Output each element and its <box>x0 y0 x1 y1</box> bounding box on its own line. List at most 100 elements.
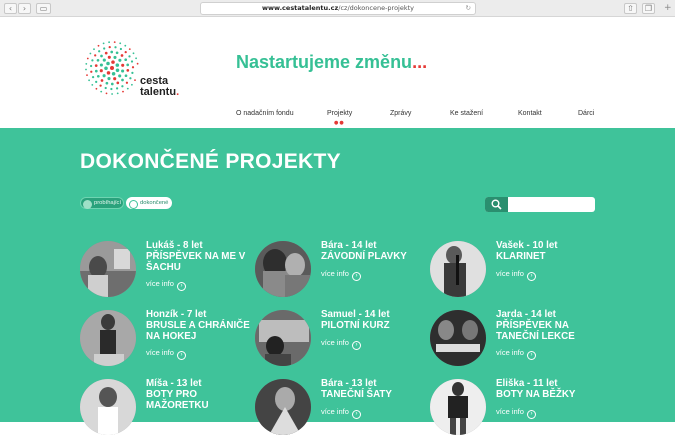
project-line-2: KLARINET <box>496 250 546 262</box>
nav-item-news[interactable]: Zprávy <box>390 110 411 117</box>
main-nav: O nadačním fondu Projekty ●● Zprávy Ke s… <box>0 110 675 126</box>
logo-dot <box>104 51 108 55</box>
project-card[interactable]: Vašek - 10 let KLARINET více info › <box>430 240 600 303</box>
logo-dot <box>94 64 98 67</box>
arrow-right-icon: › <box>176 351 186 360</box>
arrow-right-icon: › <box>351 410 361 419</box>
sidebar-icon[interactable]: ▭ <box>36 3 51 14</box>
project-card[interactable]: Bára - 13 let TANEČNÍ ŠATY více info › <box>255 378 425 441</box>
logo-dot <box>86 74 88 76</box>
logo-dot <box>98 50 101 53</box>
search-button[interactable] <box>485 197 508 212</box>
logo-dot <box>102 58 106 62</box>
project-photo[interactable] <box>80 379 136 435</box>
arrow-right-icon: › <box>176 282 186 291</box>
tabs-icon[interactable]: ❐ <box>642 3 655 14</box>
project-card[interactable]: Míša - 13 let BOTY PRO MAŽORETKU <box>80 378 250 441</box>
logo-dot <box>136 62 139 65</box>
logo-dot <box>119 47 123 51</box>
logo-dot <box>85 63 88 65</box>
project-line-3: NA HOKEJ <box>146 330 197 342</box>
more-info-label: více info <box>321 338 349 347</box>
project-card[interactable]: Lukáš - 8 let PŘÍSPĚVEK NA ME V ŠACHU více… <box>80 240 250 303</box>
logo-dot: . <box>176 86 180 98</box>
more-info-link[interactable]: více info › <box>496 269 536 281</box>
nav-item-contact[interactable]: Kontakt <box>518 110 542 117</box>
project-line-2: ZÁVODNÍ PLAVKY <box>321 250 407 262</box>
tagline-text: Nastartujeme změnu <box>236 52 413 72</box>
project-card[interactable]: Bára - 14 let ZÁVODNÍ PLAVKY více info › <box>255 240 425 303</box>
main-content: DOKONČENÉ PROJEKTY probíhající dokončené… <box>0 128 675 435</box>
logo-dot <box>124 74 128 78</box>
project-photo[interactable] <box>80 241 136 297</box>
logo-dot <box>120 54 124 57</box>
more-info-link[interactable]: více info › <box>146 348 186 360</box>
project-card[interactable]: Eliška - 11 let BOTY NA BĚŽKY více info › <box>430 378 600 441</box>
filter-completed[interactable]: dokončené <box>126 197 172 209</box>
logo-dot <box>115 87 119 90</box>
project-line-2: BOTY PRO <box>146 388 197 400</box>
reload-icon[interactable]: ↻ <box>466 3 471 14</box>
search-input[interactable] <box>510 199 592 210</box>
more-info-link[interactable]: více info › <box>496 407 536 419</box>
nav-active-indicator: ●● <box>334 120 345 126</box>
logo-dot <box>126 63 130 67</box>
filter-ongoing[interactable]: probíhající <box>80 197 124 209</box>
project-photo[interactable] <box>430 310 486 366</box>
project-photo[interactable] <box>430 379 486 435</box>
logo-dot <box>97 44 100 47</box>
project-line-2: PŘÍSPĚVEK NA ME V <box>146 250 246 262</box>
logo-dot <box>104 66 108 71</box>
logo-dot <box>115 51 119 55</box>
new-tab-icon[interactable]: + <box>664 3 672 13</box>
more-info-label: více info <box>146 348 174 357</box>
logo-dot <box>100 90 103 93</box>
arrow-right-icon: › <box>526 351 536 360</box>
site-header: cesta talentu. Nastartujeme změnu... O n… <box>0 18 675 128</box>
address-bar[interactable]: www.cestatalentu.cz/cz/dokoncene-projekt… <box>200 2 476 15</box>
project-photo[interactable] <box>255 241 311 297</box>
nav-item-donors[interactable]: Dárci <box>578 110 594 117</box>
logo-dot <box>91 75 95 79</box>
radio-icon <box>129 199 138 209</box>
logo-dots-icon <box>85 41 139 95</box>
logo-dot <box>121 69 125 73</box>
filter-completed-label: dokončené <box>140 200 169 206</box>
project-card[interactable]: Samuel - 14 let PILOTNÍ KURZ více info › <box>255 309 425 372</box>
forward-icon[interactable]: › <box>18 3 31 14</box>
logo-dot <box>99 63 103 67</box>
logo-dot <box>95 87 98 90</box>
more-info-link[interactable]: více info › <box>321 269 361 281</box>
project-photo[interactable] <box>255 379 311 435</box>
tagline: Nastartujeme změnu... <box>236 52 427 73</box>
logo-dot <box>94 69 98 73</box>
nav-item-about[interactable]: O nadačním fondu <box>236 110 294 117</box>
page-title: DOKONČENÉ PROJEKTY <box>80 150 341 173</box>
project-line-2: PŘÍSPĚVEK NA <box>496 319 569 331</box>
logo-text[interactable]: cesta talentu. <box>140 76 179 98</box>
project-photo[interactable] <box>430 241 486 297</box>
more-info-link[interactable]: více info › <box>321 338 361 350</box>
arrow-right-icon: › <box>526 272 536 281</box>
logo-dot <box>102 74 106 78</box>
browser-toolbar: ‹ › ▭ www.cestatalentu.cz/cz/dokoncene-p… <box>0 0 675 17</box>
logo-dot <box>95 80 98 84</box>
back-icon[interactable]: ‹ <box>4 3 17 14</box>
logo-dot <box>103 47 106 50</box>
logo-dot <box>104 86 107 90</box>
more-info-link[interactable]: více info › <box>321 407 361 419</box>
arrow-right-icon: › <box>351 272 361 281</box>
project-photo[interactable] <box>255 310 311 366</box>
project-photo[interactable] <box>80 310 136 366</box>
logo-dot <box>119 42 122 45</box>
nav-item-downloads[interactable]: Ke stažení <box>450 110 483 117</box>
logo-dot <box>110 66 114 70</box>
nav-item-projects[interactable]: Projekty <box>327 110 352 117</box>
project-title: Míša - 13 let BOTY PRO MAŽORETKU <box>146 378 250 411</box>
share-icon[interactable]: ⇧ <box>624 3 637 14</box>
project-card[interactable]: Honzík - 7 let BRUSLE A CHRÁNIČE NA HOKEJ … <box>80 309 250 372</box>
project-title: Lukáš - 8 let PŘÍSPĚVEK NA ME V ŠACHU <box>146 240 250 273</box>
more-info-link[interactable]: více info › <box>496 348 536 360</box>
project-card[interactable]: Jarda - 14 let PŘÍSPĚVEK NA TANEČNÍ LEKCE … <box>430 309 600 372</box>
more-info-link[interactable]: více info › <box>146 279 186 291</box>
